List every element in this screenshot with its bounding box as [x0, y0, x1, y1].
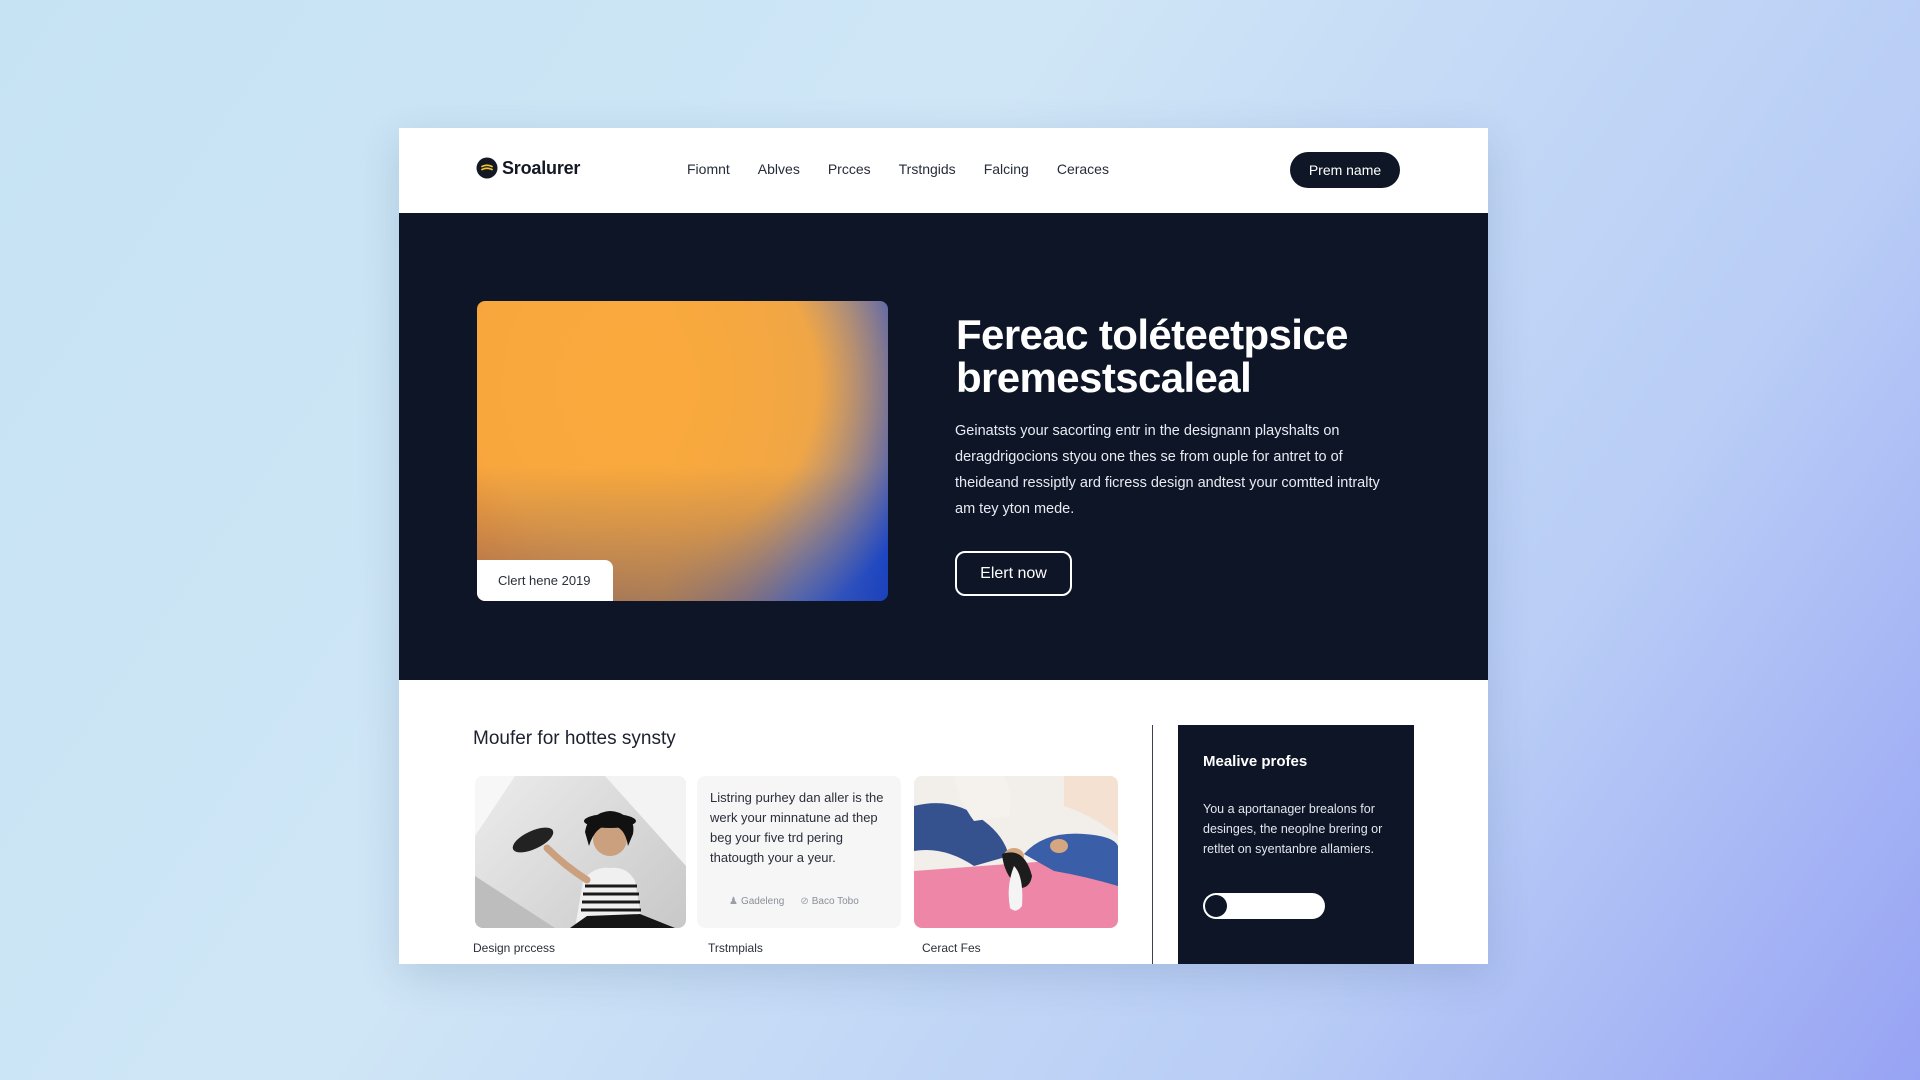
brand-name: Sroalurer — [502, 157, 581, 178]
browser-window: Sroalurer Fiomnt Ablves Prcces Trstngids… — [399, 128, 1488, 964]
nav-link-2[interactable]: Ablves — [758, 161, 800, 177]
card-photo-sneakers[interactable] — [914, 776, 1118, 928]
author-name: Gadeleng — [740, 896, 785, 907]
sneakers-photo — [914, 776, 1118, 928]
card-caption-3: Ceract Fes — [922, 941, 981, 955]
nav-link-3[interactable]: Prcces — [828, 161, 871, 177]
section-title: Moufer for hottes synsty — [473, 728, 676, 749]
hero-section: Clert hene 2019 Fereac toléteetpsice bre… — [399, 213, 1488, 680]
top-navigation: Sroalurer Fiomnt Ablves Prcces Trstngids… — [399, 128, 1488, 213]
woman-hat-photo — [475, 776, 686, 928]
author-icon: ♟ — [729, 896, 738, 907]
testimonial-meta: ♟ Gadeleng ⊘ Baco Tobo — [729, 896, 859, 907]
brand[interactable]: Sroalurer — [476, 157, 580, 179]
author-item: ♟ Gadeleng — [729, 896, 784, 907]
brand-logo-icon — [476, 157, 498, 179]
hero-title: Fereac toléteetpsice bremestscaleal — [956, 311, 1348, 401]
side-panel-text: You a aportanager brealons for desinges,… — [1203, 802, 1383, 856]
side-panel-title: Mealive profes — [1203, 753, 1308, 770]
side-panel-toggle[interactable] — [1203, 893, 1325, 919]
card-caption-2: Trstmpials — [708, 941, 763, 955]
hero-gradient-image: Clert hene 2019 — [477, 301, 888, 601]
source-name: Baco Tobo — [811, 896, 859, 907]
source-item: ⊘ Baco Tobo — [800, 896, 858, 907]
side-panel: Mealive profes You a aportanager brealon… — [1178, 725, 1414, 964]
hero-cta-button[interactable]: Elert now — [955, 551, 1072, 596]
nav-link-6[interactable]: Ceraces — [1057, 161, 1109, 177]
nav-links: Fiomnt Ablves Prcces Trstngids Falcing C… — [687, 161, 1109, 177]
hero-image-tag: Clert hene 2019 — [477, 560, 613, 601]
testimonial-card[interactable]: Listring purhey dan aller is the werk yo… — [697, 776, 901, 928]
nav-link-1[interactable]: Fiomnt — [687, 161, 730, 177]
toggle-knob — [1205, 895, 1227, 917]
nav-link-4[interactable]: Trstngids — [899, 161, 956, 177]
card-photo-woman-hat[interactable] — [475, 776, 686, 928]
hero-description: Geinatsts your sacorting entr in the des… — [955, 423, 1380, 517]
vertical-divider — [1152, 725, 1153, 964]
testimonial-quote: Listring purhey dan aller is the werk yo… — [710, 790, 884, 865]
nav-link-5[interactable]: Falcing — [984, 161, 1029, 177]
link-icon: ⊘ — [800, 896, 809, 907]
card-caption-1: Design prccess — [473, 941, 556, 955]
nav-cta-button[interactable]: Prem name — [1290, 152, 1400, 188]
